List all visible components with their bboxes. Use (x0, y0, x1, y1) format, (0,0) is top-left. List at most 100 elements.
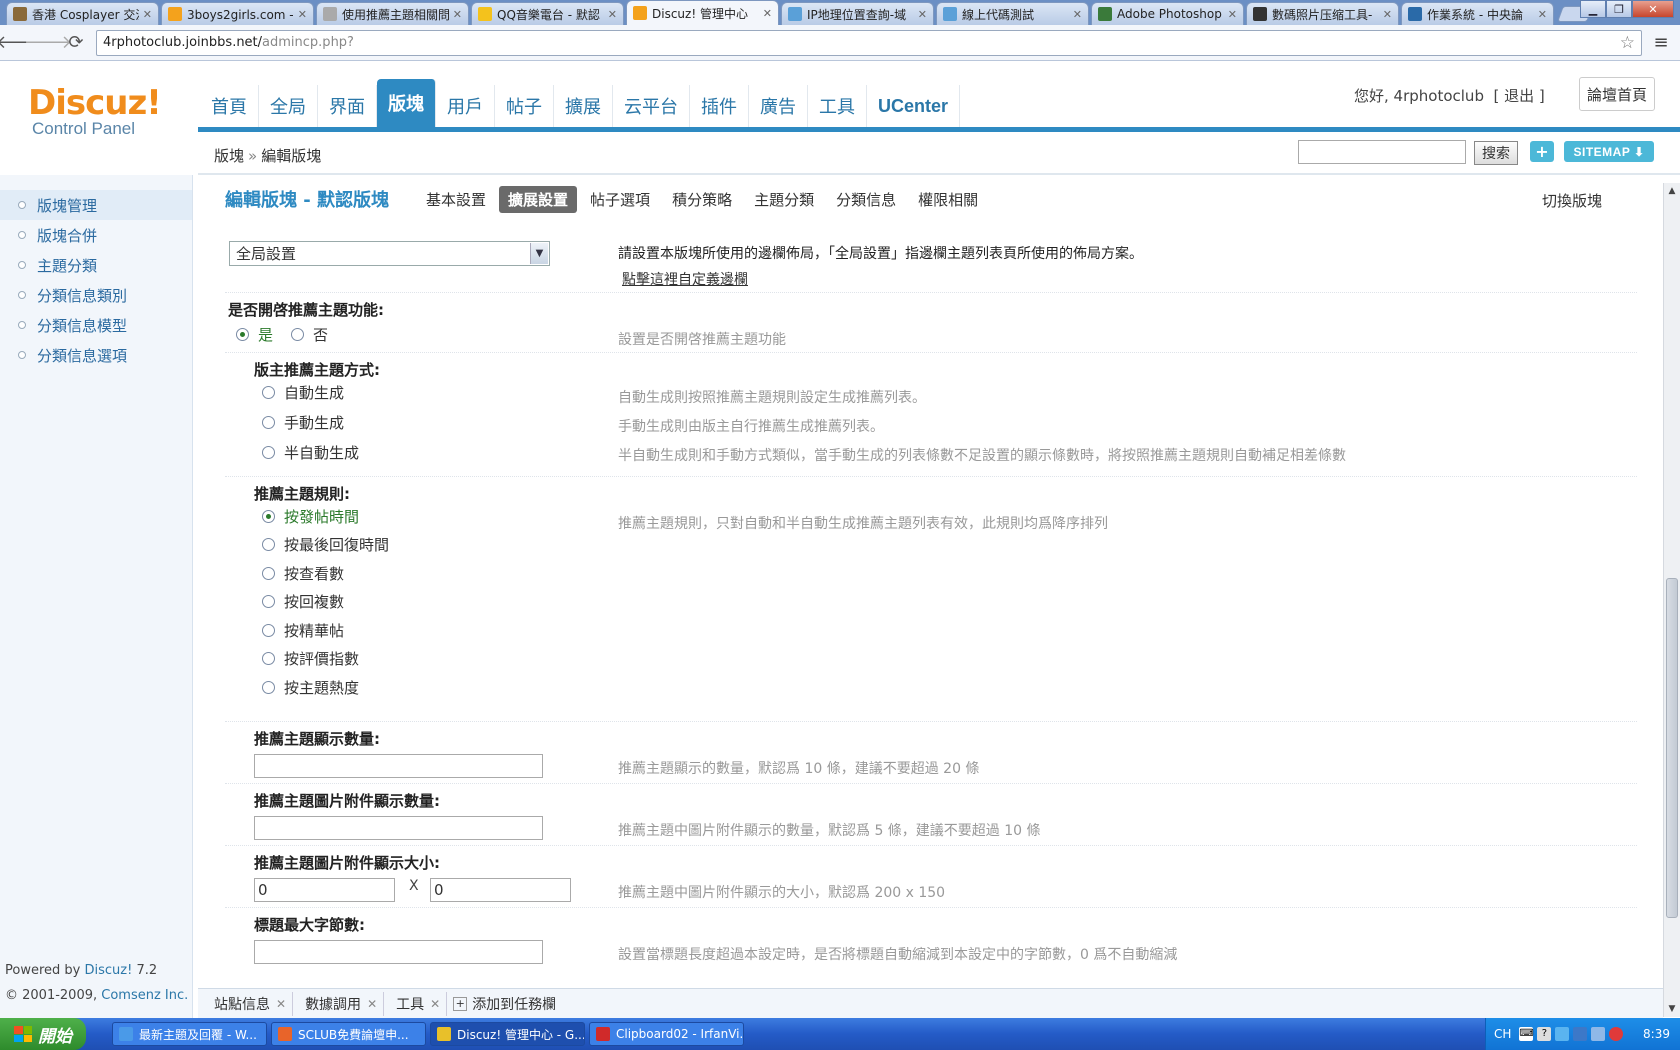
close-tab-icon[interactable]: ✕ (298, 8, 307, 21)
browser-tab[interactable]: 3boys2girls.com - 香 ✕ (161, 2, 314, 25)
nav-item[interactable]: 工具 (808, 85, 867, 127)
discuz-logo[interactable]: Discuz! Control Panel (28, 83, 162, 139)
recommend-yes-radio[interactable]: 是 (236, 320, 273, 348)
comsenz-link[interactable]: Comsenz Inc. (101, 988, 188, 1003)
close-tab-icon[interactable]: ✕ (1073, 8, 1082, 21)
sidebar-item[interactable]: 分類信息類別 (0, 280, 192, 310)
page-tab[interactable]: 積分策略 (663, 186, 741, 213)
browser-tab[interactable]: 使用推薦主題相關問 ✕ (316, 2, 469, 25)
browser-menu-icon[interactable]: ≡ (1648, 32, 1674, 53)
url-input[interactable]: 4rphotoclub.joinbbs.net/ admincp.php? ☆ (96, 29, 1642, 56)
breadcrumb-item[interactable]: 版塊 (214, 147, 244, 165)
img-width-input[interactable]: 0 (254, 878, 395, 902)
taskbar-item[interactable]: 數據調用 ✕ (299, 991, 385, 1016)
language-indicator[interactable]: CH (1494, 1027, 1511, 1041)
mode-auto-radio[interactable]: 自動生成 (262, 377, 359, 407)
sitemap-button[interactable]: SITEMAP ⬇ (1564, 141, 1654, 162)
sidebar-item[interactable]: 分類信息模型 (0, 310, 192, 340)
close-tab-icon[interactable]: ✕ (608, 8, 617, 21)
recommend-no-radio[interactable]: 否 (291, 320, 328, 348)
rule-radio[interactable]: 按發帖時間 (262, 502, 389, 531)
network-icon[interactable] (1573, 1027, 1588, 1041)
layout-select[interactable]: 全局設置 ▼ (229, 241, 550, 266)
close-tab-icon[interactable]: ✕ (918, 8, 927, 21)
taskbar-window-button[interactable]: Clipboard02 - IrfanVi... (589, 1022, 744, 1046)
nav-item[interactable]: 云平台 (613, 85, 690, 127)
browser-tab[interactable]: IP地理位置查詢-域 ✕ (781, 2, 934, 25)
maxlen-input[interactable] (254, 940, 543, 964)
sidebar-item[interactable]: 分類信息選項 (0, 340, 192, 370)
taskbar-item[interactable]: 工具 ✕ (390, 991, 448, 1016)
tray-alert-icon[interactable] (1609, 1027, 1624, 1041)
sidebar-item[interactable]: 版塊管理 (0, 190, 192, 220)
nav-item[interactable]: 用戶 (436, 85, 495, 127)
taskbar-window-button[interactable]: 最新主題及回覆 - W... (112, 1022, 267, 1046)
close-tab-icon[interactable]: ✕ (453, 8, 462, 21)
page-tab[interactable]: 主題分類 (745, 186, 823, 213)
rule-radio[interactable]: 按最後回復時間 (262, 531, 389, 560)
nav-item[interactable]: 帖子 (495, 85, 554, 127)
add-to-taskbar-button[interactable]: + 添加到任務欄 (453, 994, 556, 1014)
forum-home-button[interactable]: 論壇首頁 (1579, 77, 1655, 111)
switch-section-link[interactable]: 切換版塊 (1542, 190, 1602, 211)
bookmark-star-icon[interactable]: ☆ (1620, 33, 1635, 53)
logout-link[interactable]: 退出 (1504, 87, 1534, 105)
scroll-up-icon[interactable]: ▲ (1664, 183, 1680, 199)
mode-manual-radio[interactable]: 手動生成 (262, 407, 359, 437)
nav-item[interactable]: 界面 (318, 85, 377, 127)
browser-tab[interactable]: 香港 Cosplayer 交流 ✕ (6, 2, 159, 25)
close-tab-icon[interactable]: ✕ (143, 8, 152, 21)
search-button[interactable]: 搜索 (1474, 141, 1518, 165)
scroll-thumb[interactable] (1666, 578, 1678, 918)
browser-tab[interactable]: 線上代碼測試 ✕ (936, 2, 1089, 25)
browser-tab[interactable]: 作業系統 - 中央論 ✕ (1401, 2, 1554, 25)
volume-icon[interactable] (1591, 1027, 1606, 1041)
rule-radio[interactable]: 按回複數 (262, 588, 389, 617)
img-height-input[interactable]: 0 (430, 878, 571, 902)
img-count-input[interactable] (254, 816, 543, 840)
nav-item[interactable]: 擴展 (554, 85, 613, 127)
close-tab-icon[interactable]: ✕ (1538, 8, 1547, 21)
nav-item[interactable]: 版塊 (377, 79, 436, 127)
minimize-button[interactable]: ▁ (1580, 0, 1606, 18)
add-shortcut-button[interactable]: + (1530, 141, 1554, 162)
sidebar-item[interactable]: 主題分類 (0, 250, 192, 280)
close-icon[interactable]: ✕ (430, 997, 440, 1011)
close-icon[interactable]: ✕ (276, 997, 286, 1011)
nav-item[interactable]: 全局 (259, 85, 318, 127)
taskbar-item[interactable]: 站點信息 ✕ (208, 991, 294, 1016)
help-icon[interactable]: ? (1537, 1027, 1552, 1041)
browser-tab[interactable]: Discuz! 管理中心 ✕ (626, 0, 779, 25)
keyboard-icon[interactable]: ⌨ (1519, 1027, 1534, 1041)
sidebar-item[interactable]: 版塊合併 (0, 220, 192, 250)
browser-tab[interactable]: QQ音樂電台 - 默認 ✕ (471, 2, 624, 25)
page-tab[interactable]: 分類信息 (827, 186, 905, 213)
close-tab-icon[interactable]: ✕ (763, 7, 772, 20)
browser-tab[interactable]: 數碼照片压缩工具- ✕ (1246, 2, 1399, 25)
rule-radio[interactable]: 按查看數 (262, 559, 389, 588)
nav-item[interactable]: 插件 (690, 85, 749, 127)
page-tab[interactable]: 基本設置 (417, 186, 495, 213)
page-tab[interactable]: 帖子選項 (581, 186, 659, 213)
forward-button[interactable]: 🡒 (24, 29, 72, 57)
discuz-link[interactable]: Discuz! (84, 963, 132, 978)
close-icon[interactable]: ✕ (367, 997, 377, 1011)
vertical-scrollbar[interactable]: ▲ ▼ (1663, 183, 1680, 1017)
browser-tab[interactable]: Adobe Photoshop CS ✕ (1091, 2, 1244, 25)
mode-semi-radio[interactable]: 半自動生成 (262, 437, 359, 467)
nav-item[interactable]: 首頁 (200, 85, 259, 127)
rule-radio[interactable]: 按精華帖 (262, 616, 389, 645)
custom-sidebar-link[interactable]: 點擊這裡自定義邊欄 (622, 272, 748, 288)
maximize-button[interactable]: ❐ (1606, 0, 1632, 18)
page-tab[interactable]: 擴展設置 (499, 185, 578, 213)
rule-radio[interactable]: 按評價指數 (262, 645, 389, 674)
nav-item[interactable]: 廣告 (749, 85, 808, 127)
search-input[interactable] (1298, 140, 1466, 164)
taskbar-window-button[interactable]: Discuz! 管理中心 - G... (430, 1022, 585, 1046)
close-tab-icon[interactable]: ✕ (1228, 8, 1237, 21)
close-window-button[interactable]: ✕ (1632, 0, 1674, 18)
nav-item[interactable]: UCenter (867, 85, 961, 127)
scroll-down-icon[interactable]: ▼ (1664, 1001, 1680, 1017)
taskbar-window-button[interactable]: SCLUB免費論壇申... (271, 1022, 426, 1046)
rule-radio[interactable]: 按主題熱度 (262, 673, 389, 702)
